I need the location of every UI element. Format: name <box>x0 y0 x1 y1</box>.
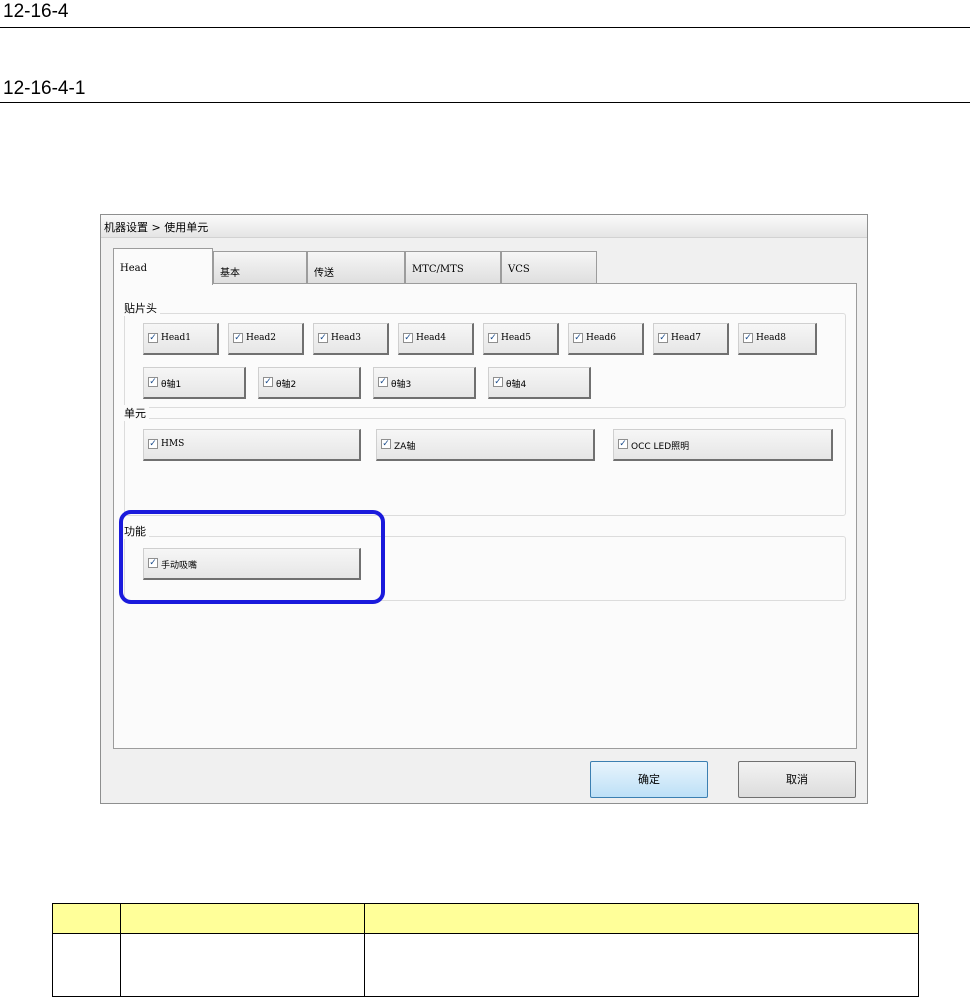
group-head: 贴片头 ✓ Head1 ✓ Head2 ✓ Head3 ✓ Head4 ✓ He… <box>124 300 846 408</box>
tab-mtc-mts[interactable]: MTC/MTS <box>405 251 501 284</box>
check-icon: ✓ <box>233 333 243 343</box>
check-icon: ✓ <box>378 377 388 387</box>
checkbox-head8[interactable]: ✓ Head8 <box>738 323 817 355</box>
checkbox-hms[interactable]: ✓ HMS <box>143 429 361 461</box>
checkbox-occ-led-lighting[interactable]: ✓ OCC LED照明 <box>613 429 833 461</box>
subsection-divider <box>0 102 970 103</box>
check-icon: ✓ <box>743 333 753 343</box>
table-cell <box>120 933 365 997</box>
table-cell <box>364 933 919 997</box>
checkbox-theta-axis1[interactable]: ✓ θ轴1 <box>143 367 246 399</box>
checkbox-head7[interactable]: ✓ Head7 <box>653 323 729 355</box>
group-unit: 单元 ✓ HMS ✓ ZA轴 ✓ OCC LED照明 <box>124 405 846 516</box>
check-icon: ✓ <box>573 333 583 343</box>
table-cell <box>52 933 121 997</box>
checkbox-head4[interactable]: ✓ Head4 <box>398 323 474 355</box>
tab-basic[interactable]: 基本 <box>213 251 307 284</box>
tab-head[interactable]: Head <box>113 248 213 285</box>
checkbox-head2[interactable]: ✓ Head2 <box>228 323 304 355</box>
section-heading: 12-16-4 <box>3 1 69 22</box>
table-header-cell <box>364 903 919 934</box>
check-icon: ✓ <box>148 439 158 449</box>
checkbox-head5[interactable]: ✓ Head5 <box>483 323 559 355</box>
dialog-titlebar: 机器设置 > 使用单元 <box>101 215 867 238</box>
table-row <box>52 933 919 997</box>
tab-vcs[interactable]: VCS <box>501 251 597 284</box>
tab-transfer[interactable]: 传送 <box>307 251 405 284</box>
checkbox-za-axis[interactable]: ✓ ZA轴 <box>376 429 595 461</box>
cancel-button[interactable]: 取消 <box>738 761 856 798</box>
ok-button[interactable]: 确定 <box>590 761 708 798</box>
check-icon: ✓ <box>148 333 158 343</box>
table-header-row <box>52 903 919 934</box>
check-icon: ✓ <box>403 333 413 343</box>
use-unit-dialog: 机器设置 > 使用单元 Head 基本 传送 MTC/MTS VCS 贴片头 ✓… <box>100 214 868 804</box>
table-header-cell <box>120 903 365 934</box>
check-icon: ✓ <box>493 377 503 387</box>
checkbox-theta-axis4[interactable]: ✓ θ轴4 <box>488 367 591 399</box>
highlight-frame <box>119 510 385 604</box>
group-head-label: 贴片头 <box>124 300 160 316</box>
checkbox-head3[interactable]: ✓ Head3 <box>313 323 389 355</box>
checkbox-head1[interactable]: ✓ Head1 <box>143 323 219 355</box>
check-icon: ✓ <box>318 333 328 343</box>
check-icon: ✓ <box>618 439 628 449</box>
subsection-heading: 12-16-4-1 <box>3 78 86 99</box>
description-table <box>52 903 919 997</box>
table-header-cell <box>52 903 121 934</box>
check-icon: ✓ <box>488 333 498 343</box>
section-divider <box>0 27 970 28</box>
check-icon: ✓ <box>381 439 391 449</box>
check-icon: ✓ <box>263 377 273 387</box>
check-icon: ✓ <box>658 333 668 343</box>
checkbox-head6[interactable]: ✓ Head6 <box>568 323 644 355</box>
check-icon: ✓ <box>148 377 158 387</box>
checkbox-theta-axis2[interactable]: ✓ θ轴2 <box>258 367 361 399</box>
dialog-title: 机器设置 > 使用单元 <box>104 221 209 234</box>
checkbox-theta-axis3[interactable]: ✓ θ轴3 <box>373 367 476 399</box>
group-unit-label: 单元 <box>124 405 149 421</box>
